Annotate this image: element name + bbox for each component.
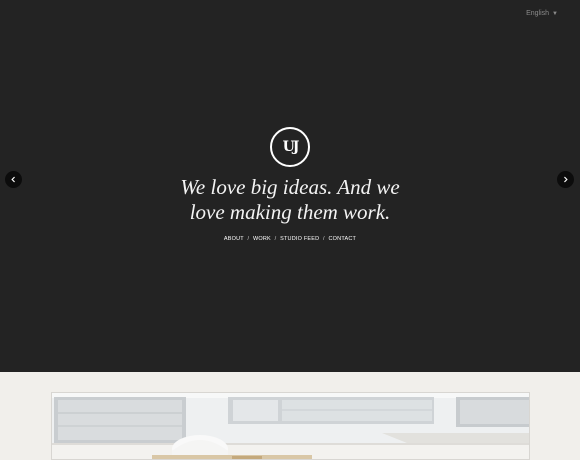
nav-studio-feed[interactable]: STUDIO FEED <box>280 236 319 242</box>
nav-separator: / <box>247 236 250 242</box>
office-photo-illustration <box>52 393 529 459</box>
nav-separator: / <box>274 236 277 242</box>
chevron-right-icon <box>564 176 568 183</box>
language-selector[interactable]: English ▼ <box>526 10 558 17</box>
nav-separator: / <box>323 236 325 242</box>
nav-contact[interactable]: CONTACT <box>329 236 357 242</box>
hero-section: English ▼ UJ We love big ideas. And we l… <box>0 0 580 372</box>
next-slide-button[interactable] <box>557 171 574 188</box>
nav-about[interactable]: ABOUT <box>224 236 244 242</box>
office-photo <box>51 392 530 460</box>
previous-slide-button[interactable] <box>5 171 22 188</box>
logo-monogram: UJ <box>282 139 300 155</box>
logo[interactable]: UJ <box>270 127 310 167</box>
language-label: English <box>526 10 550 17</box>
tagline-line-1: We love big ideas. And we <box>180 175 400 199</box>
caret-down-icon: ▼ <box>552 10 558 17</box>
tagline-line-2: love making them work. <box>189 200 391 224</box>
content-section <box>0 372 580 460</box>
hero-tagline: We love big ideas. And we love making th… <box>0 175 580 225</box>
main-nav: ABOUT / WORK / STUDIO FEED / CONTACT <box>0 236 580 242</box>
nav-work[interactable]: WORK <box>253 236 271 242</box>
chevron-left-icon <box>11 176 15 183</box>
